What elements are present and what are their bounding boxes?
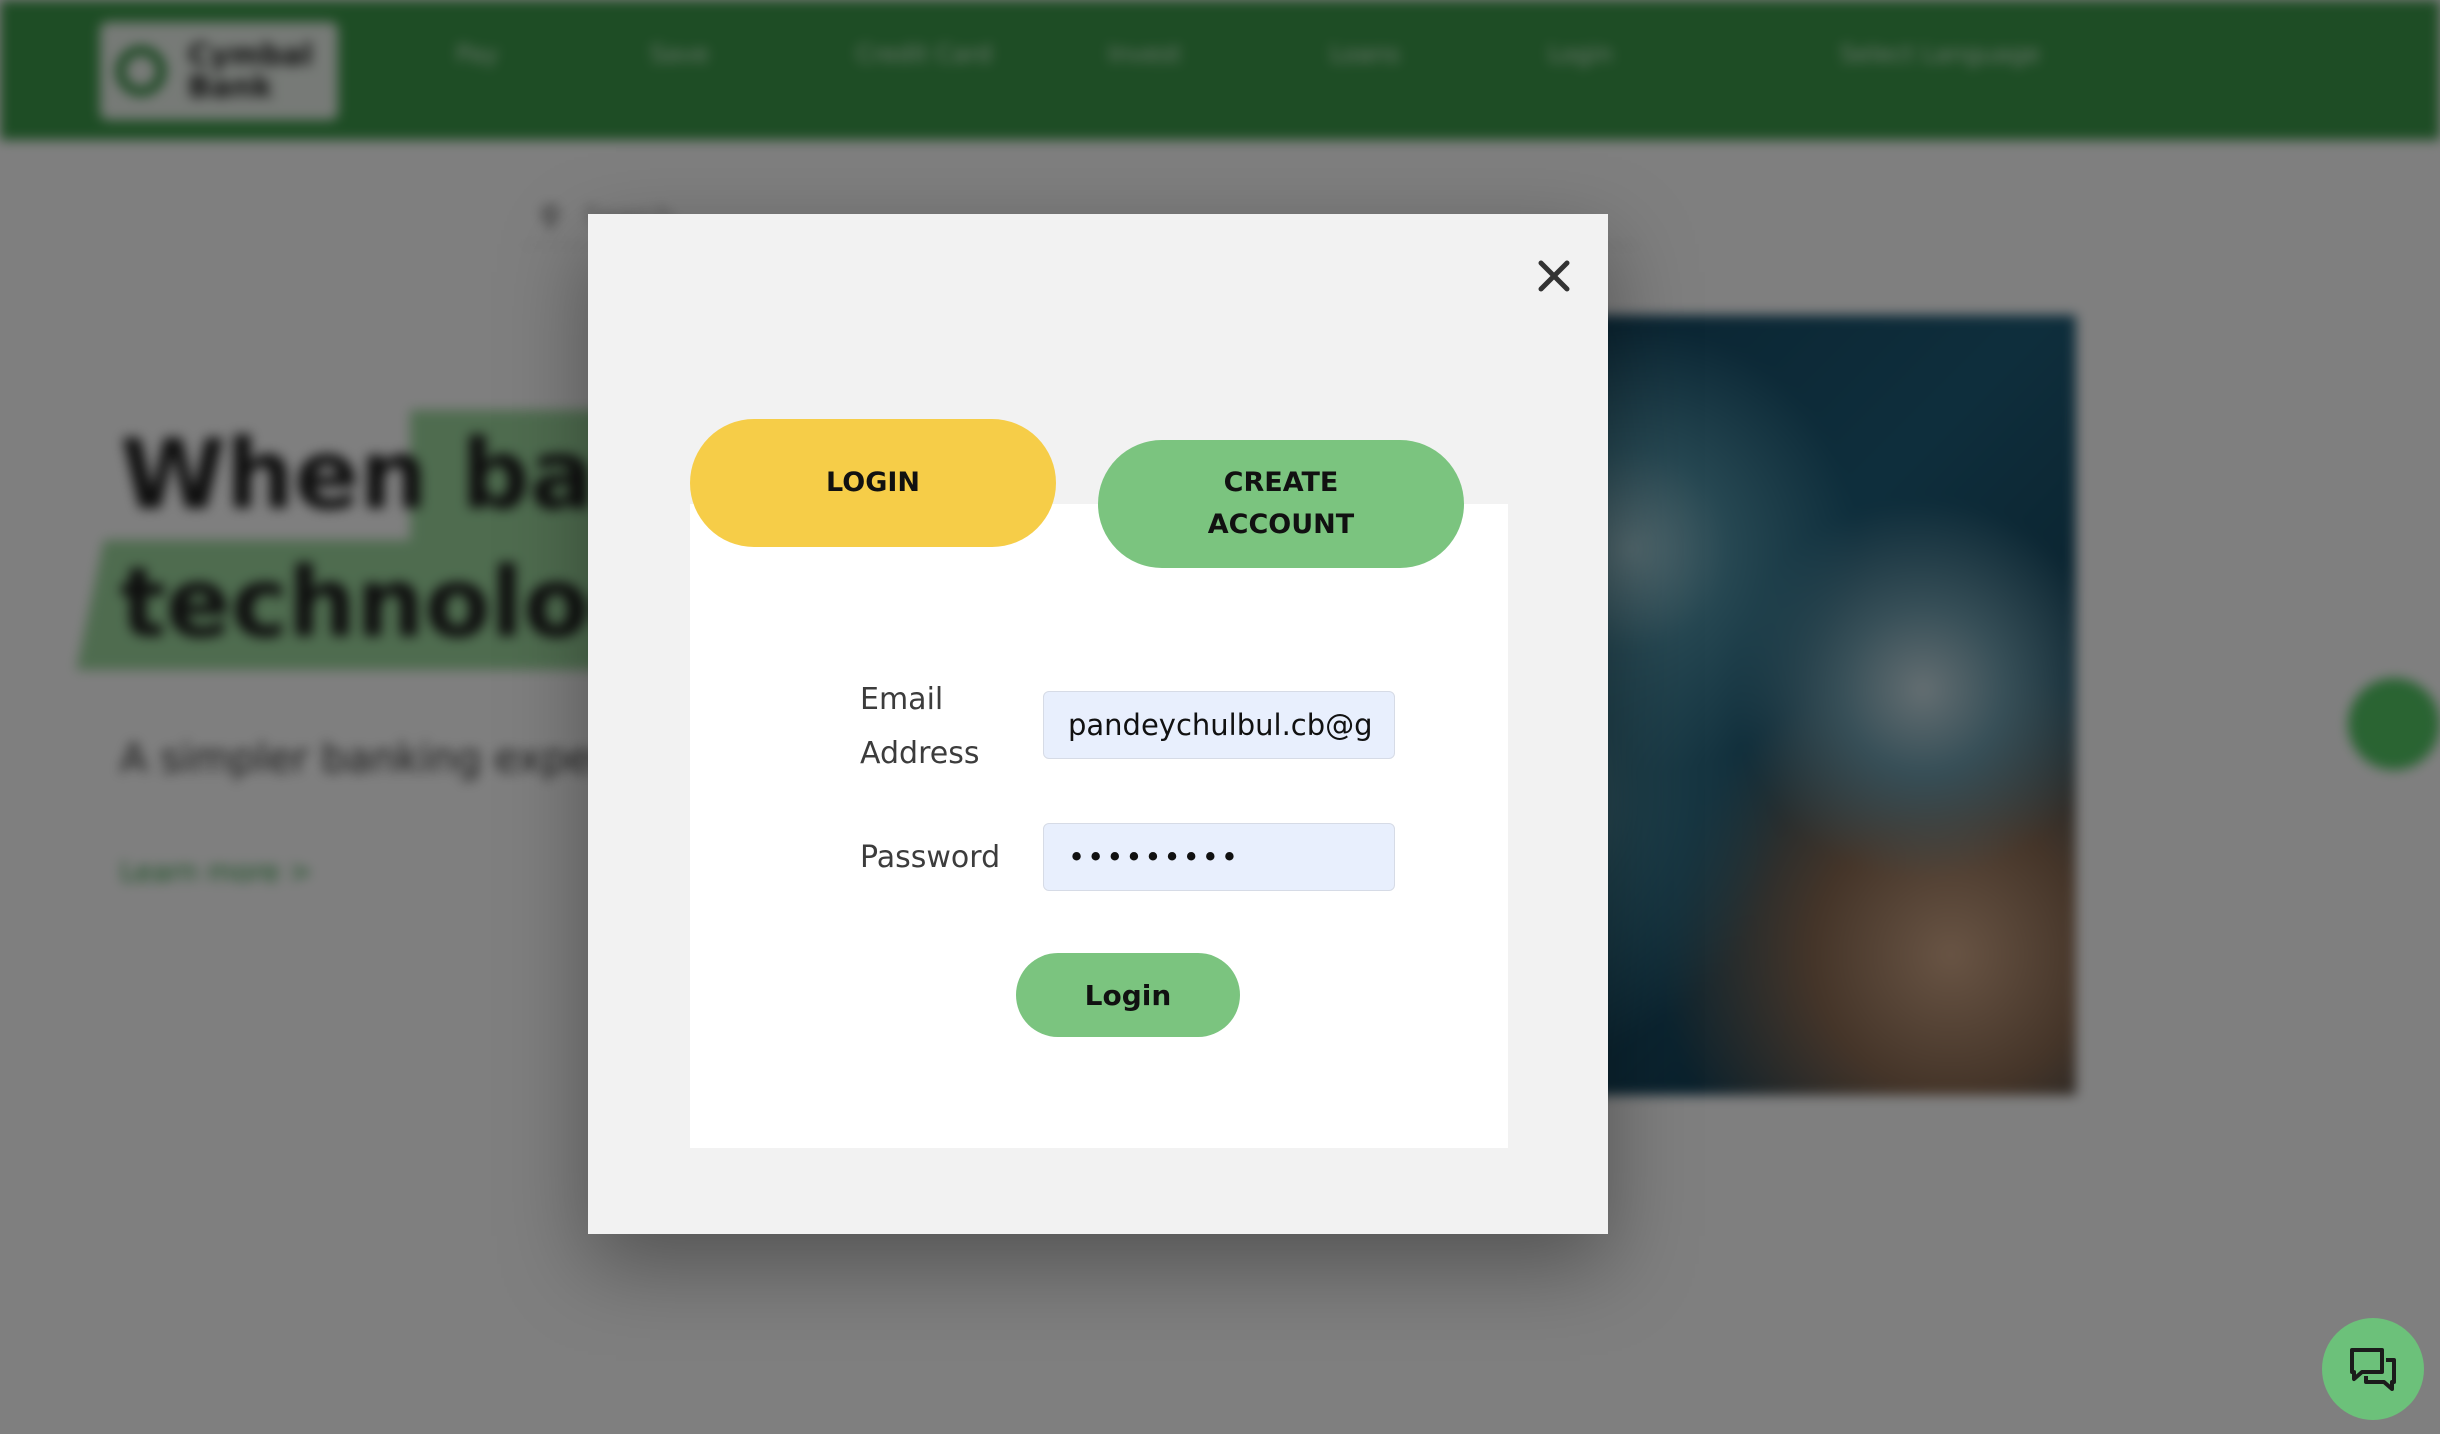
close-icon xyxy=(1538,260,1570,292)
chat-button[interactable] xyxy=(2322,1318,2424,1420)
login-button[interactable]: Login xyxy=(1016,953,1240,1037)
close-button[interactable] xyxy=(1524,246,1584,306)
email-field[interactable] xyxy=(1043,691,1395,759)
tab-login[interactable]: LOGIN xyxy=(690,419,1056,547)
password-field[interactable] xyxy=(1043,823,1395,891)
email-label: Email Address xyxy=(860,682,980,771)
chat-icon xyxy=(2350,1348,2396,1391)
login-modal: LOGIN CREATE ACCOUNT Email Address Passw… xyxy=(588,214,1608,1234)
tab-create-account[interactable]: CREATE ACCOUNT xyxy=(1098,440,1464,568)
tab-create-account-label: CREATE ACCOUNT xyxy=(1207,467,1355,540)
page: Cymbal Bank Pay Save Credit Card Invest … xyxy=(0,0,2440,1434)
password-label: Password xyxy=(860,840,1001,875)
